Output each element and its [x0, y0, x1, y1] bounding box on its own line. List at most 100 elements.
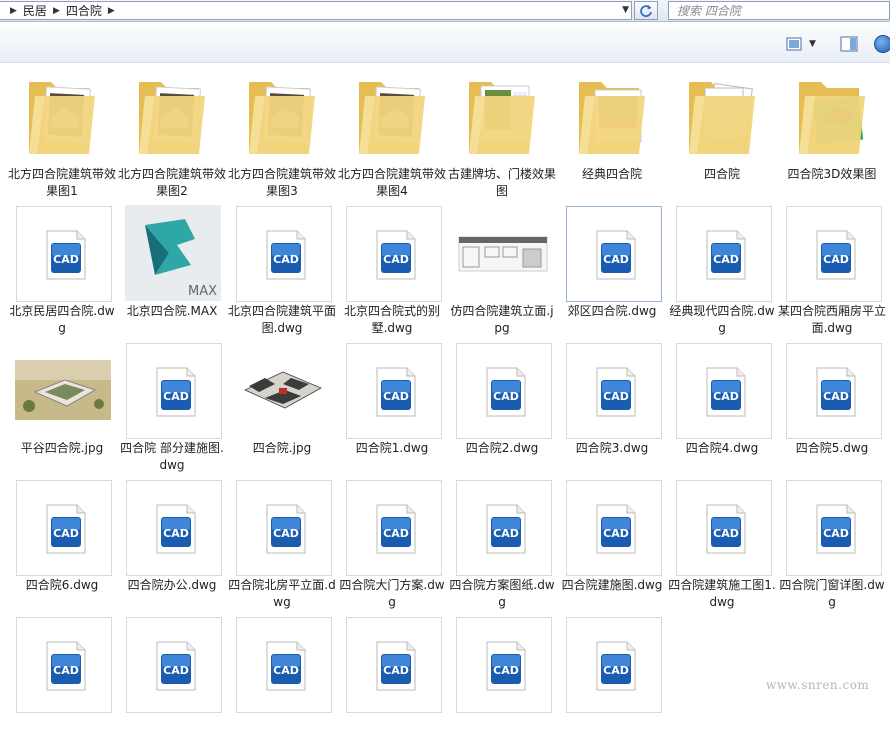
file-item[interactable]: CAD 四合院大门方案.dwg [337, 479, 447, 615]
file-item[interactable]: CAD [227, 616, 337, 752]
file-item[interactable]: CAD 北京四合院建筑平面图.dwg [227, 205, 337, 341]
search-placeholder: 搜索 四合院 [677, 4, 741, 18]
cad-file-icon: CAD [346, 480, 442, 576]
svg-text:CAD: CAD [713, 390, 739, 403]
file-name-label: 四合院办公.dwg [127, 578, 217, 592]
svg-text:CAD: CAD [273, 527, 299, 540]
search-input[interactable]: 搜索 四合院 [668, 1, 890, 20]
svg-text:CAD: CAD [713, 253, 739, 266]
address-bar[interactable]: ▶ 民居 ▶ 四合院 ▶ ▼ [0, 1, 632, 20]
cad-file-icon: CAD [236, 206, 332, 302]
preview-pane-icon [840, 36, 858, 52]
chevron-right-icon[interactable]: ▶ [108, 6, 115, 16]
command-bar: ▼ [0, 23, 890, 63]
file-name-label: 北京四合院建筑平面图.dwg [227, 304, 336, 335]
file-item[interactable]: CAD 北京四合院式的别墅.dwg [337, 205, 447, 341]
file-item[interactable]: CAD [7, 616, 117, 752]
folder-icon [15, 68, 111, 164]
cad-file-icon: CAD [126, 343, 222, 439]
file-name-label: 四合院3.dwg [575, 441, 649, 455]
svg-text:CAD: CAD [53, 253, 79, 266]
file-name-label: 北方四合院建筑带效果图2 [117, 167, 226, 198]
chevron-right-icon[interactable]: ▶ [53, 6, 60, 16]
cad-file-icon: CAD [786, 343, 882, 439]
chevron-down-icon[interactable]: ▼ [809, 39, 816, 49]
breadcrumb-item-minju[interactable]: 民居 [23, 2, 47, 19]
file-item[interactable]: CAD 四合院5.dwg [777, 342, 887, 478]
cad-file-icon: CAD [16, 617, 112, 713]
cad-file-icon: CAD [676, 343, 772, 439]
refresh-icon [640, 4, 652, 17]
file-item[interactable]: CAD 四合院建筑施工图1.dwg [667, 479, 777, 615]
file-item[interactable]: CAD [447, 616, 557, 752]
cad-file-icon: CAD [346, 617, 442, 713]
file-item[interactable]: CAD [117, 616, 227, 752]
folder-item[interactable]: 北方四合院建筑带效果图3 [227, 68, 337, 204]
help-icon[interactable] [874, 35, 890, 53]
file-name-label: 经典现代四合院.dwg [669, 304, 775, 335]
chevron-right-icon[interactable]: ▶ [10, 6, 17, 16]
svg-text:CAD: CAD [163, 664, 189, 677]
file-grid: 北方四合院建筑带效果图1 北方四合院建筑带效果图2 北方四合院建筑带效果图3 北… [0, 64, 890, 713]
address-bar-row: ▶ 民居 ▶ 四合院 ▶ ▼ 搜索 四合院 [0, 0, 890, 22]
file-item[interactable]: MAX 北京四合院.MAX [117, 205, 227, 341]
address-dropdown-icon[interactable]: ▼ [622, 5, 629, 15]
svg-text:CAD: CAD [383, 390, 409, 403]
svg-text:CAD: CAD [273, 664, 299, 677]
cad-file-icon: CAD [566, 206, 662, 302]
cad-file-icon: CAD [346, 206, 442, 302]
preview-pane-button[interactable] [840, 36, 858, 52]
breadcrumb-item-siheyuan[interactable]: 四合院 [66, 2, 102, 19]
svg-text:CAD: CAD [493, 390, 519, 403]
cad-file-icon: CAD [236, 617, 332, 713]
file-item[interactable]: CAD 郊区四合院.dwg [557, 205, 667, 341]
file-item[interactable]: CAD 四合院北房平立面.dwg [227, 479, 337, 615]
refresh-button[interactable] [634, 1, 658, 20]
file-name-label: 四合院 部分建施图.dwg [120, 441, 224, 472]
folder-item[interactable]: 四合院3D效果图 [777, 68, 887, 204]
file-item[interactable]: CAD 四合院3.dwg [557, 342, 667, 478]
file-item[interactable]: CAD 四合院门窗详图.dwg [777, 479, 887, 615]
file-item[interactable]: CAD 四合院办公.dwg [117, 479, 227, 615]
svg-text:CAD: CAD [603, 664, 629, 677]
file-item[interactable]: CAD [337, 616, 447, 752]
file-name-label: 北方四合院建筑带效果图3 [227, 167, 336, 198]
file-name-label: 仿四合院建筑立面.jpg [450, 304, 554, 335]
folder-icon [675, 68, 771, 164]
file-item[interactable]: CAD 四合院1.dwg [337, 342, 447, 478]
svg-text:CAD: CAD [163, 390, 189, 403]
file-item[interactable]: CAD 四合院4.dwg [667, 342, 777, 478]
cad-file-icon: CAD [786, 206, 882, 302]
file-name-label: 平谷四合院.jpg [20, 441, 104, 455]
file-item[interactable]: CAD 北京民居四合院.dwg [7, 205, 117, 341]
file-item[interactable]: CAD 四合院6.dwg [7, 479, 117, 615]
file-name-label: 经典四合院 [581, 167, 642, 181]
file-name-label: 北京四合院式的别墅.dwg [343, 304, 440, 335]
svg-text:CAD: CAD [163, 527, 189, 540]
folder-icon [345, 68, 441, 164]
file-item[interactable]: CAD 四合院2.dwg [447, 342, 557, 478]
file-item[interactable]: CAD 经典现代四合院.dwg [667, 205, 777, 341]
folder-item[interactable]: 北方四合院建筑带效果图1 [7, 68, 117, 204]
file-name-label: 四合院方案图纸.dwg [449, 578, 555, 609]
file-item[interactable]: CAD [557, 616, 667, 752]
file-item[interactable]: CAD 四合院建施图.dwg [557, 479, 667, 615]
file-item[interactable]: CAD 四合院 部分建施图.dwg [117, 342, 227, 478]
folder-item[interactable]: 北方四合院建筑带效果图4 [337, 68, 447, 204]
svg-text:CAD: CAD [53, 527, 79, 540]
cad-file-icon: CAD [456, 617, 552, 713]
file-item[interactable]: 四合院.jpg [227, 342, 337, 478]
file-item[interactable]: 平谷四合院.jpg [7, 342, 117, 478]
folder-item[interactable]: 北方四合院建筑带效果图2 [117, 68, 227, 204]
change-view-button[interactable]: ▼ [786, 36, 826, 52]
file-item[interactable]: CAD 四合院方案图纸.dwg [447, 479, 557, 615]
cad-file-icon: CAD [456, 480, 552, 576]
file-item[interactable]: 仿四合院建筑立面.jpg [447, 205, 557, 341]
svg-text:CAD: CAD [493, 527, 519, 540]
folder-item[interactable]: 经典四合院 [557, 68, 667, 204]
folder-item[interactable]: 四合院 [667, 68, 777, 204]
folder-item[interactable]: 古建牌坊、门楼效果图 [447, 68, 557, 204]
cad-file-icon: CAD [126, 480, 222, 576]
file-name-label: 四合院门窗详图.dwg [779, 578, 885, 609]
file-item[interactable]: CAD 某四合院西厢房平立面.dwg [777, 205, 887, 341]
